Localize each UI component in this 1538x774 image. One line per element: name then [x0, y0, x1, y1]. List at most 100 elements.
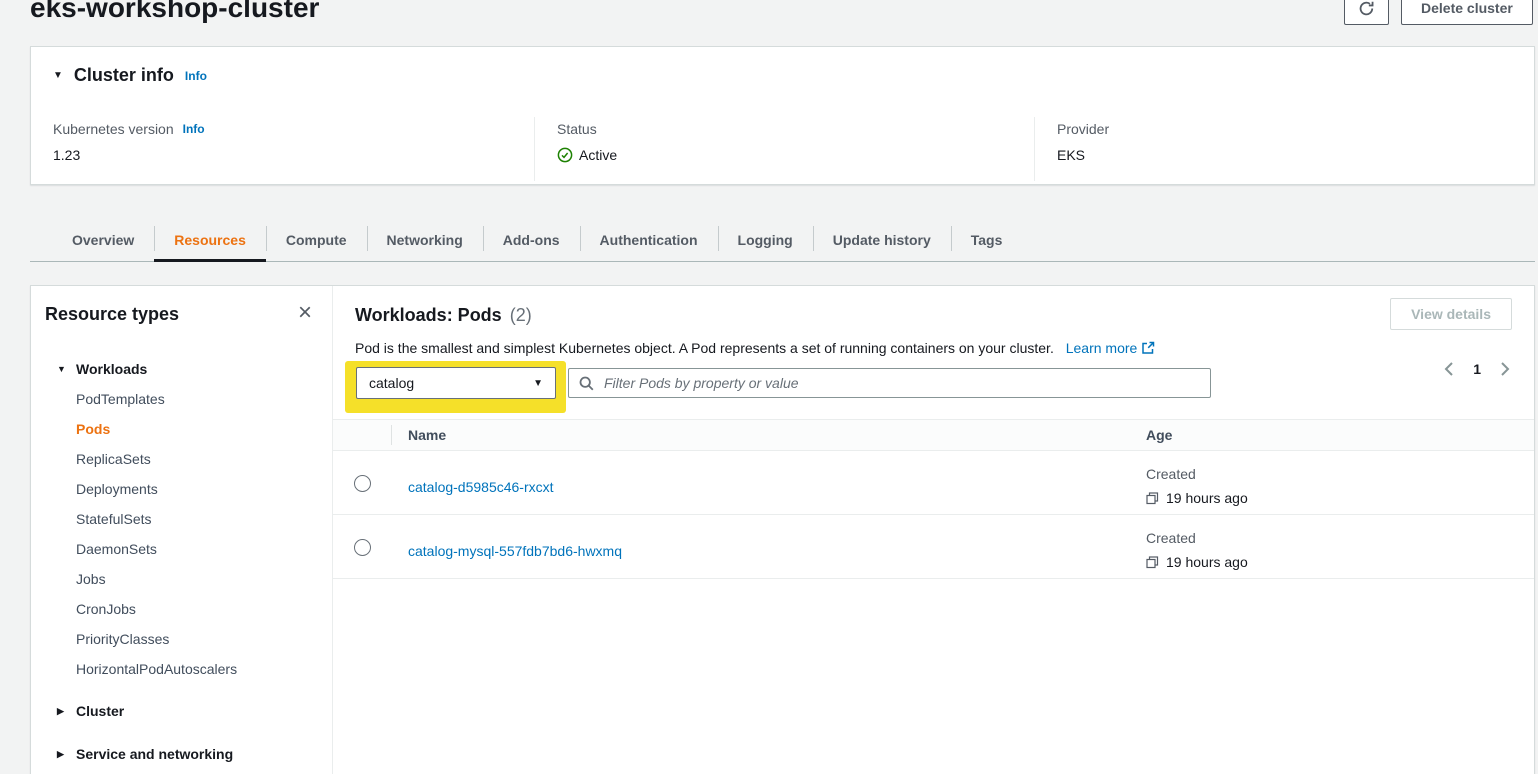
tab-networking[interactable]: Networking — [367, 218, 483, 261]
field-label: Kubernetes version — [53, 121, 174, 137]
tree-item-statefulsets[interactable]: StatefulSets — [31, 504, 331, 534]
page-actions: Delete cluster — [1344, 0, 1533, 25]
tab-compute[interactable]: Compute — [266, 218, 367, 261]
tree-group-label: Service and networking — [76, 746, 233, 762]
copy-icon[interactable] — [1146, 492, 1159, 505]
age-value: 19 hours ago — [1166, 552, 1248, 572]
cluster-info-card: ▼ Cluster info Info Kubernetes version I… — [30, 46, 1535, 185]
table-row: catalog-mysql-557fdb7bd6-hwxmq Created 1… — [333, 515, 1534, 579]
column-divider — [1034, 117, 1035, 181]
provider-value: EKS — [1057, 147, 1109, 163]
namespace-filter-dropdown[interactable]: catalog ▼ — [356, 367, 556, 399]
chevron-left-icon — [1444, 361, 1454, 377]
pod-name-link[interactable]: catalog-mysql-557fdb7bd6-hwxmq — [408, 543, 622, 559]
status-check-icon — [557, 147, 573, 163]
dropdown-value: catalog — [369, 375, 414, 391]
status-value: Active — [579, 147, 617, 163]
tab-authentication[interactable]: Authentication — [580, 218, 718, 261]
chevron-down-icon: ▼ — [533, 378, 543, 389]
caret-down-icon: ▼ — [57, 365, 68, 374]
resources-card: Resource types × ▼ Workloads PodTemplate… — [30, 285, 1535, 774]
tree-item-priorityclasses[interactable]: PriorityClasses — [31, 624, 331, 654]
tab-resources[interactable]: Resources — [154, 218, 266, 261]
tree-item-jobs[interactable]: Jobs — [31, 564, 331, 594]
learn-more-link[interactable]: Learn more — [1066, 340, 1156, 356]
provider-field: Provider EKS — [1057, 121, 1109, 163]
tree-item-podtemplates[interactable]: PodTemplates — [31, 384, 331, 414]
caret-right-icon: ▶ — [57, 750, 68, 759]
chevron-right-icon — [1500, 361, 1510, 377]
kubernetes-version-field: Kubernetes version Info 1.23 — [53, 121, 205, 163]
current-page: 1 — [1473, 361, 1481, 377]
external-link-icon — [1141, 341, 1155, 355]
eks-console-screen: eks-workshop-cluster Delete cluster ▼ Cl… — [0, 0, 1538, 774]
kubernetes-version-value: 1.23 — [53, 147, 205, 163]
pods-search-box — [568, 368, 1211, 398]
pagination: 1 — [1442, 358, 1512, 380]
tab-tags[interactable]: Tags — [951, 218, 1023, 261]
description-text: Pod is the smallest and simplest Kuberne… — [355, 340, 1054, 356]
copy-icon[interactable] — [1146, 556, 1159, 569]
collapse-caret-icon: ▼ — [53, 71, 63, 81]
learn-more-label: Learn more — [1066, 340, 1138, 356]
age-cell: Created 19 hours ago — [1146, 528, 1248, 572]
cluster-info-info-link[interactable]: Info — [185, 69, 207, 83]
pod-name-link[interactable]: catalog-d5985c46-rxcxt — [408, 479, 554, 495]
tree-group-service-and-networking[interactable]: ▶ Service and networking — [31, 739, 331, 769]
column-header-age[interactable]: Age — [1146, 427, 1172, 443]
caret-right-icon: ▶ — [57, 707, 68, 716]
tab-overview[interactable]: Overview — [52, 218, 154, 261]
pods-count: (2) — [510, 305, 532, 326]
pods-panel-header: Workloads: Pods (2) — [355, 305, 532, 326]
column-divider — [534, 117, 535, 181]
tab-logging[interactable]: Logging — [718, 218, 813, 261]
refresh-button[interactable] — [1344, 0, 1389, 25]
tree-item-horizontalpodautoscalers[interactable]: HorizontalPodAutoscalers — [31, 654, 331, 684]
search-input[interactable] — [602, 374, 1200, 392]
resource-types-title: Resource types — [45, 304, 179, 325]
row-radio-button[interactable] — [354, 539, 371, 556]
cluster-info-header[interactable]: ▼ Cluster info Info — [53, 65, 207, 86]
tree-group-cluster[interactable]: ▶ Cluster — [31, 696, 331, 726]
view-details-button[interactable]: View details — [1390, 298, 1512, 330]
next-page-button[interactable] — [1498, 359, 1512, 379]
resource-types-sidebar: Resource types × ▼ Workloads PodTemplate… — [31, 286, 333, 774]
search-icon — [579, 376, 594, 391]
tree-item-daemonsets[interactable]: DaemonSets — [31, 534, 331, 564]
field-label: Provider — [1057, 121, 1109, 137]
kubernetes-version-info-link[interactable]: Info — [183, 122, 205, 136]
age-label: Created — [1146, 464, 1248, 484]
table-row: catalog-d5985c46-rxcxt Created 19 hours … — [333, 451, 1534, 515]
column-header-name[interactable]: Name — [408, 427, 446, 443]
tree-item-cronjobs[interactable]: CronJobs — [31, 594, 331, 624]
tab-update-history[interactable]: Update history — [813, 218, 951, 261]
age-cell: Created 19 hours ago — [1146, 464, 1248, 508]
row-radio-button[interactable] — [354, 475, 371, 492]
pods-panel-title: Workloads: Pods — [355, 305, 502, 326]
status-field: Status Active — [557, 121, 617, 163]
delete-cluster-button[interactable]: Delete cluster — [1401, 0, 1533, 25]
tree-item-pods[interactable]: Pods — [31, 414, 331, 444]
tree-group-label: Cluster — [76, 703, 124, 719]
resource-type-tree: ▼ Workloads PodTemplates Pods ReplicaSet… — [31, 354, 331, 769]
close-icon[interactable]: × — [292, 300, 318, 326]
tree-item-deployments[interactable]: Deployments — [31, 474, 331, 504]
cluster-tabs: Overview Resources Compute Networking Ad… — [30, 218, 1535, 262]
tree-group-workloads[interactable]: ▼ Workloads — [31, 354, 331, 384]
pods-description: Pod is the smallest and simplest Kuberne… — [355, 340, 1155, 356]
cluster-info-title: Cluster info — [74, 65, 174, 86]
highlight-annotation: catalog ▼ — [345, 361, 566, 413]
field-label: Status — [557, 121, 597, 137]
tab-add-ons[interactable]: Add-ons — [483, 218, 580, 261]
refresh-icon — [1358, 0, 1375, 17]
pods-table: Name Age catalog-d5985c46-rxcxt Created — [333, 419, 1534, 579]
tree-group-label: Workloads — [76, 361, 147, 377]
page-title: eks-workshop-cluster — [30, 0, 319, 24]
tree-item-replicasets[interactable]: ReplicaSets — [31, 444, 331, 474]
table-header: Name Age — [333, 419, 1534, 451]
previous-page-button[interactable] — [1442, 359, 1456, 379]
age-label: Created — [1146, 528, 1248, 548]
age-value: 19 hours ago — [1166, 488, 1248, 508]
pods-panel: Workloads: Pods (2) View details Pod is … — [333, 286, 1534, 774]
header-divider — [391, 425, 392, 445]
